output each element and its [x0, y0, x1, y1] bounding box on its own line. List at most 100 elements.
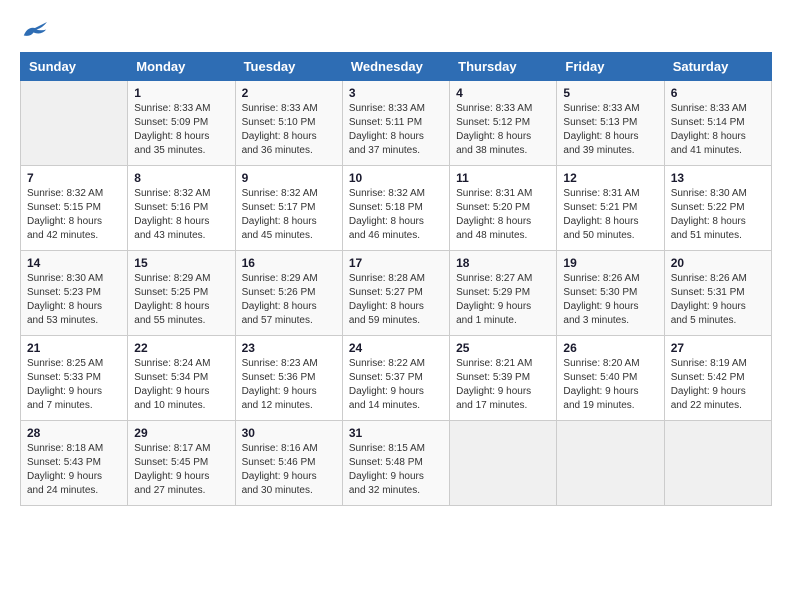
- calendar-cell: 31Sunrise: 8:15 AMSunset: 5:48 PMDayligh…: [342, 421, 449, 506]
- day-number: 27: [671, 341, 765, 355]
- day-number: 10: [349, 171, 443, 185]
- day-info: Sunrise: 8:15 AMSunset: 5:48 PMDaylight:…: [349, 442, 443, 498]
- day-info: Sunrise: 8:33 AMSunset: 5:10 PMDaylight:…: [242, 102, 336, 158]
- page-header: [20, 20, 772, 42]
- calendar-cell: 29Sunrise: 8:17 AMSunset: 5:45 PMDayligh…: [128, 421, 235, 506]
- day-info: Sunrise: 8:21 AMSunset: 5:39 PMDaylight:…: [456, 357, 550, 413]
- calendar-cell: [450, 421, 557, 506]
- week-row-2: 7 Sunrise: 8:32 AMSunset: 5:15 PMDaylight…: [21, 166, 772, 251]
- day-number: 11: [456, 171, 550, 185]
- calendar-cell: 16Sunrise: 8:29 AMSunset: 5:26 PMDayligh…: [235, 251, 342, 336]
- header-day-saturday: Saturday: [664, 53, 771, 81]
- day-info: Sunrise: 8:23 AMSunset: 5:36 PMDaylight:…: [242, 357, 336, 413]
- calendar-cell: [21, 81, 128, 166]
- calendar-cell: 10 Sunrise: 8:32 AMSunset: 5:18 PMDayligh…: [342, 166, 449, 251]
- day-info: Sunrise: 8:26 AMSunset: 5:31 PMDaylight:…: [671, 272, 765, 328]
- calendar-cell: 6 Sunrise: 8:33 AMSunset: 5:14 PMDaylight…: [664, 81, 771, 166]
- week-row-3: 14Sunrise: 8:30 AMSunset: 5:23 PMDayligh…: [21, 251, 772, 336]
- calendar-cell: [557, 421, 664, 506]
- calendar-cell: 17Sunrise: 8:28 AMSunset: 5:27 PMDayligh…: [342, 251, 449, 336]
- day-info: Sunrise: 8:26 AMSunset: 5:30 PMDaylight:…: [563, 272, 657, 328]
- day-number: 4: [456, 86, 550, 100]
- calendar-cell: 25 Sunrise: 8:21 AMSunset: 5:39 PMDayligh…: [450, 336, 557, 421]
- calendar-cell: 22Sunrise: 8:24 AMSunset: 5:34 PMDayligh…: [128, 336, 235, 421]
- day-info: Sunrise: 8:20 AMSunset: 5:40 PMDaylight:…: [563, 357, 657, 413]
- calendar-cell: 13 Sunrise: 8:30 AMSunset: 5:22 PMDayligh…: [664, 166, 771, 251]
- calendar-cell: 21 Sunrise: 8:25 AMSunset: 5:33 PMDayligh…: [21, 336, 128, 421]
- day-number: 1: [134, 86, 228, 100]
- day-info: Sunrise: 8:32 AMSunset: 5:17 PMDaylight:…: [242, 187, 336, 243]
- day-number: 7: [27, 171, 121, 185]
- day-info: Sunrise: 8:32 AMSunset: 5:18 PMDaylight:…: [349, 187, 443, 243]
- header-day-friday: Friday: [557, 53, 664, 81]
- calendar-cell: 4 Sunrise: 8:33 AMSunset: 5:12 PMDaylight…: [450, 81, 557, 166]
- day-info: Sunrise: 8:19 AMSunset: 5:42 PMDaylight:…: [671, 357, 765, 413]
- day-number: 20: [671, 256, 765, 270]
- day-number: 30: [242, 426, 336, 440]
- header-day-sunday: Sunday: [21, 53, 128, 81]
- day-info: Sunrise: 8:27 AMSunset: 5:29 PMDaylight:…: [456, 272, 550, 328]
- day-number: 15: [134, 256, 228, 270]
- day-number: 8: [134, 171, 228, 185]
- day-info: Sunrise: 8:33 AMSunset: 5:13 PMDaylight:…: [563, 102, 657, 158]
- day-number: 2: [242, 86, 336, 100]
- calendar-cell: 2 Sunrise: 8:33 AMSunset: 5:10 PMDaylight…: [235, 81, 342, 166]
- day-info: Sunrise: 8:29 AMSunset: 5:26 PMDaylight:…: [242, 272, 336, 328]
- day-number: 5: [563, 86, 657, 100]
- day-info: Sunrise: 8:31 AMSunset: 5:20 PMDaylight:…: [456, 187, 550, 243]
- day-info: Sunrise: 8:30 AMSunset: 5:22 PMDaylight:…: [671, 187, 765, 243]
- week-row-4: 21 Sunrise: 8:25 AMSunset: 5:33 PMDayligh…: [21, 336, 772, 421]
- day-info: Sunrise: 8:18 AMSunset: 5:43 PMDaylight:…: [27, 442, 121, 498]
- day-info: Sunrise: 8:32 AMSunset: 5:16 PMDaylight:…: [134, 187, 228, 243]
- day-info: Sunrise: 8:29 AMSunset: 5:25 PMDaylight:…: [134, 272, 228, 328]
- day-info: Sunrise: 8:32 AMSunset: 5:15 PMDaylight:…: [27, 187, 121, 243]
- logo-bird-icon: [20, 20, 50, 42]
- day-number: 9: [242, 171, 336, 185]
- day-number: 22: [134, 341, 228, 355]
- logo: [20, 20, 53, 42]
- calendar-cell: 3Sunrise: 8:33 AMSunset: 5:11 PMDaylight…: [342, 81, 449, 166]
- calendar-header: SundayMondayTuesdayWednesdayThursdayFrid…: [21, 53, 772, 81]
- header-day-tuesday: Tuesday: [235, 53, 342, 81]
- day-info: Sunrise: 8:28 AMSunset: 5:27 PMDaylight:…: [349, 272, 443, 328]
- day-number: 28: [27, 426, 121, 440]
- header-row: SundayMondayTuesdayWednesdayThursdayFrid…: [21, 53, 772, 81]
- day-info: Sunrise: 8:25 AMSunset: 5:33 PMDaylight:…: [27, 357, 121, 413]
- day-number: 6: [671, 86, 765, 100]
- day-number: 24: [349, 341, 443, 355]
- calendar-cell: 7 Sunrise: 8:32 AMSunset: 5:15 PMDaylight…: [21, 166, 128, 251]
- day-number: 26: [563, 341, 657, 355]
- day-info: Sunrise: 8:17 AMSunset: 5:45 PMDaylight:…: [134, 442, 228, 498]
- day-number: 21: [27, 341, 121, 355]
- calendar-table: SundayMondayTuesdayWednesdayThursdayFrid…: [20, 52, 772, 506]
- day-info: Sunrise: 8:16 AMSunset: 5:46 PMDaylight:…: [242, 442, 336, 498]
- calendar-cell: 28 Sunrise: 8:18 AMSunset: 5:43 PMDayligh…: [21, 421, 128, 506]
- calendar-cell: 11 Sunrise: 8:31 AMSunset: 5:20 PMDayligh…: [450, 166, 557, 251]
- week-row-1: 1 Sunrise: 8:33 AMSunset: 5:09 PMDaylight…: [21, 81, 772, 166]
- calendar-cell: 14Sunrise: 8:30 AMSunset: 5:23 PMDayligh…: [21, 251, 128, 336]
- calendar-cell: 1 Sunrise: 8:33 AMSunset: 5:09 PMDaylight…: [128, 81, 235, 166]
- calendar-cell: [664, 421, 771, 506]
- calendar-cell: 24Sunrise: 8:22 AMSunset: 5:37 PMDayligh…: [342, 336, 449, 421]
- calendar-cell: 20 Sunrise: 8:26 AMSunset: 5:31 PMDayligh…: [664, 251, 771, 336]
- day-number: 18: [456, 256, 550, 270]
- calendar-cell: 23 Sunrise: 8:23 AMSunset: 5:36 PMDayligh…: [235, 336, 342, 421]
- calendar-cell: 30 Sunrise: 8:16 AMSunset: 5:46 PMDayligh…: [235, 421, 342, 506]
- day-number: 23: [242, 341, 336, 355]
- calendar-cell: 26 Sunrise: 8:20 AMSunset: 5:40 PMDayligh…: [557, 336, 664, 421]
- day-info: Sunrise: 8:33 AMSunset: 5:14 PMDaylight:…: [671, 102, 765, 158]
- day-number: 25: [456, 341, 550, 355]
- day-info: Sunrise: 8:33 AMSunset: 5:12 PMDaylight:…: [456, 102, 550, 158]
- day-info: Sunrise: 8:33 AMSunset: 5:09 PMDaylight:…: [134, 102, 228, 158]
- calendar-cell: 19 Sunrise: 8:26 AMSunset: 5:30 PMDayligh…: [557, 251, 664, 336]
- calendar-body: 1 Sunrise: 8:33 AMSunset: 5:09 PMDaylight…: [21, 81, 772, 506]
- week-row-5: 28 Sunrise: 8:18 AMSunset: 5:43 PMDayligh…: [21, 421, 772, 506]
- day-number: 3: [349, 86, 443, 100]
- calendar-cell: 9 Sunrise: 8:32 AMSunset: 5:17 PMDaylight…: [235, 166, 342, 251]
- day-number: 19: [563, 256, 657, 270]
- calendar-cell: 15 Sunrise: 8:29 AMSunset: 5:25 PMDayligh…: [128, 251, 235, 336]
- calendar-cell: 27 Sunrise: 8:19 AMSunset: 5:42 PMDayligh…: [664, 336, 771, 421]
- day-number: 13: [671, 171, 765, 185]
- day-info: Sunrise: 8:31 AMSunset: 5:21 PMDaylight:…: [563, 187, 657, 243]
- day-number: 12: [563, 171, 657, 185]
